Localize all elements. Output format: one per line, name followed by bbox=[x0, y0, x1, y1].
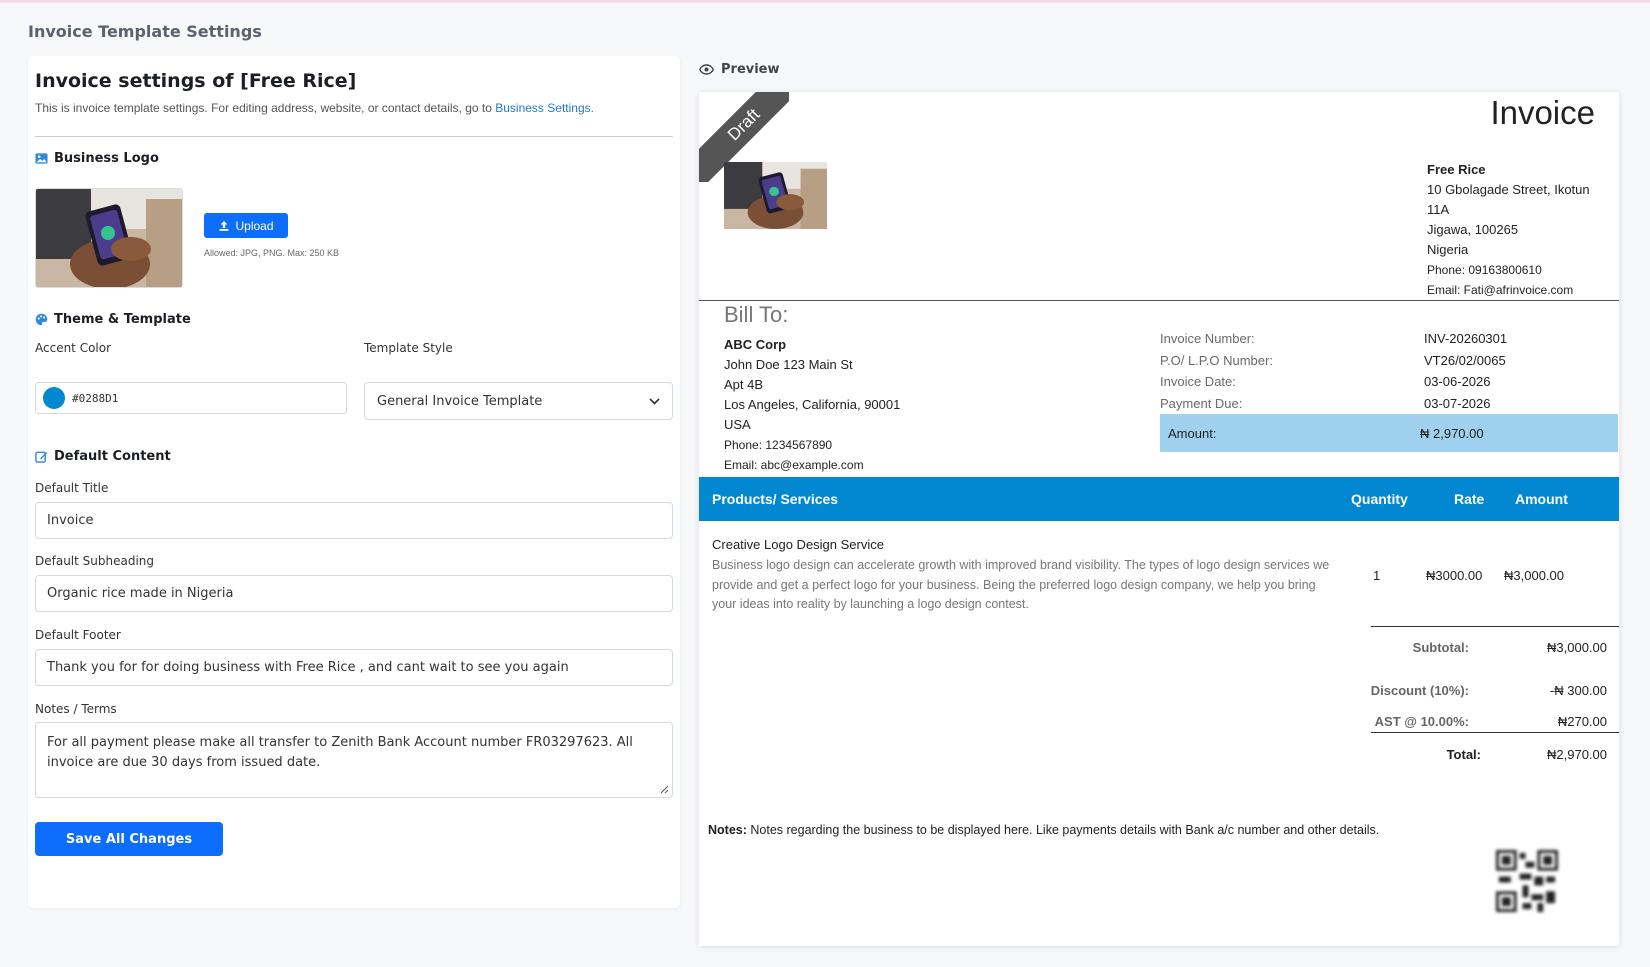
default-content-section-title: Default Content bbox=[35, 449, 171, 464]
default-subheading-input[interactable]: Organic rice made in Nigeria bbox=[35, 575, 673, 612]
business-address-line: Jigawa, 100265 bbox=[1427, 222, 1519, 237]
eye-icon bbox=[699, 64, 714, 75]
upload-icon bbox=[219, 220, 229, 231]
item-description: Business logo design can accelerate grow… bbox=[712, 558, 1330, 611]
image-icon bbox=[35, 153, 48, 164]
tax-value: ₦270.00 bbox=[1557, 714, 1607, 729]
amount-due-row: Amount: ₦ 2,970.00 bbox=[1160, 414, 1618, 452]
default-title-input[interactable]: Invoice bbox=[35, 502, 673, 539]
client-email: Email: abc@example.com bbox=[724, 458, 864, 472]
default-footer-input[interactable]: Thank you for for doing business with Fr… bbox=[35, 649, 673, 686]
business-address-line: 10 Gbolagade Street, Ikotun bbox=[1427, 182, 1590, 197]
page-title: Invoice Template Settings bbox=[28, 22, 262, 41]
business-address-block: Free Rice 10 Gbolagade Street, Ikotun 11… bbox=[1427, 160, 1590, 300]
notes-terms-textarea[interactable]: For all payment please make all transfer… bbox=[35, 722, 673, 798]
default-title-label: Default Title bbox=[35, 481, 109, 495]
template-style-value: General Invoice Template bbox=[377, 393, 543, 409]
template-style-label: Template Style bbox=[364, 341, 453, 355]
bill-to-label: Bill To: bbox=[724, 302, 789, 327]
accent-color-value: #0288D1 bbox=[72, 391, 119, 405]
resize-handle-icon[interactable] bbox=[659, 784, 669, 794]
amount-due-value: ₦ 2,970.00 bbox=[1420, 425, 1484, 441]
palette-icon bbox=[35, 313, 48, 326]
accent-color-swatch[interactable] bbox=[43, 387, 65, 409]
client-country: USA bbox=[724, 417, 751, 432]
total-value: ₦2,970.00 bbox=[1547, 747, 1607, 762]
logo-photo bbox=[36, 189, 182, 287]
client-address-block: ABC Corp John Doe 123 Main St Apt 4B Los… bbox=[724, 335, 900, 475]
item-amount: ₦3,000.00 bbox=[1504, 568, 1564, 583]
business-phone: Phone: 09163800610 bbox=[1427, 263, 1542, 277]
item-rate: ₦3000.00 bbox=[1426, 568, 1483, 583]
total-label: Total: bbox=[1446, 747, 1481, 762]
edit-icon bbox=[35, 451, 48, 463]
client-phone: Phone: 1234567890 bbox=[724, 438, 833, 452]
accent-color-input[interactable]: #0288D1 bbox=[35, 382, 347, 414]
business-name: Free Rice bbox=[1427, 162, 1486, 177]
business-logo-section-title: Business Logo bbox=[35, 151, 159, 166]
total-divider bbox=[1371, 732, 1619, 733]
business-country: Nigeria bbox=[1427, 242, 1469, 257]
notes-terms-label: Notes / Terms bbox=[35, 702, 117, 716]
invoice-meta: Invoice Number: INV-20260301 P.O/ L.P.O N… bbox=[1160, 328, 1618, 414]
items-table-header: Products/ Services Quantity Rate Amount bbox=[699, 477, 1619, 521]
top-accent-line bbox=[0, 0, 1650, 3]
accent-color-label: Accent Color bbox=[35, 341, 112, 355]
business-settings-link[interactable]: Business Settings. bbox=[495, 101, 594, 115]
invoice-notes: Notes: Notes regarding the business to b… bbox=[708, 823, 1380, 837]
business-email: Email: Fati@afrinvoice.com bbox=[1427, 283, 1574, 297]
default-subheading-label: Default Subheading bbox=[35, 554, 155, 568]
tax-label: AST @ 10.00%: bbox=[1374, 714, 1469, 729]
qr-code-icon bbox=[1496, 850, 1558, 912]
theme-section-title: Theme & Template bbox=[35, 312, 191, 327]
subtotal-label: Subtotal: bbox=[1412, 640, 1469, 655]
client-address-line: Apt 4B bbox=[724, 377, 764, 392]
meta-row: Payment Due: 03-07-2026 bbox=[1160, 395, 1491, 411]
item-name: Creative Logo Design Service bbox=[712, 537, 884, 552]
totals-divider bbox=[1371, 626, 1619, 627]
save-all-changes-button[interactable]: Save All Changes bbox=[35, 822, 223, 856]
invoice-logo-image bbox=[724, 162, 827, 229]
settings-panel: Invoice settings of [Free Rice] This is … bbox=[28, 56, 680, 908]
header-products: Products/ Services bbox=[712, 491, 839, 507]
settings-description: This is invoice template settings. For e… bbox=[35, 101, 594, 115]
subtotal-value: ₦3,000.00 bbox=[1547, 640, 1607, 655]
chevron-down-icon bbox=[649, 397, 660, 405]
meta-row: Invoice Number: INV-20260301 bbox=[1160, 331, 1508, 347]
template-style-select[interactable]: General Invoice Template bbox=[364, 382, 673, 420]
discount-value: -₦ 300.00 bbox=[1549, 683, 1607, 698]
item-quantity: 1 bbox=[1373, 568, 1381, 583]
upload-button[interactable]: Upload bbox=[204, 213, 288, 238]
invoice-title: Invoice bbox=[1490, 94, 1595, 131]
header-rate: Rate bbox=[1454, 491, 1485, 507]
client-address-line: Los Angeles, California, 90001 bbox=[724, 397, 901, 412]
client-name: ABC Corp bbox=[724, 337, 787, 352]
settings-heading: Invoice settings of [Free Rice] bbox=[35, 70, 357, 92]
meta-row: Invoice Date: 03-06-2026 bbox=[1160, 374, 1491, 390]
default-footer-label: Default Footer bbox=[35, 628, 121, 642]
upload-allowed-text: Allowed: JPG, PNG. Max: 250 KB bbox=[204, 248, 340, 258]
header-quantity: Quantity bbox=[1351, 491, 1408, 507]
business-logo-image bbox=[35, 188, 183, 288]
invoice-preview: Draft Invoice Free Rice 10 Gbolagade Str… bbox=[699, 92, 1619, 946]
client-address-line: John Doe 123 Main St bbox=[724, 357, 853, 372]
header-divider bbox=[699, 300, 1619, 301]
header-amount: Amount bbox=[1515, 491, 1568, 507]
divider bbox=[35, 136, 673, 137]
invoice-logo-photo bbox=[724, 162, 827, 229]
business-address-line: 11A bbox=[1427, 202, 1450, 217]
preview-header: Preview bbox=[699, 62, 780, 77]
meta-row: P.O/ L.P.O Number: VT26/02/0065 bbox=[1160, 352, 1506, 368]
discount-label: Discount (10%): bbox=[1370, 683, 1469, 698]
